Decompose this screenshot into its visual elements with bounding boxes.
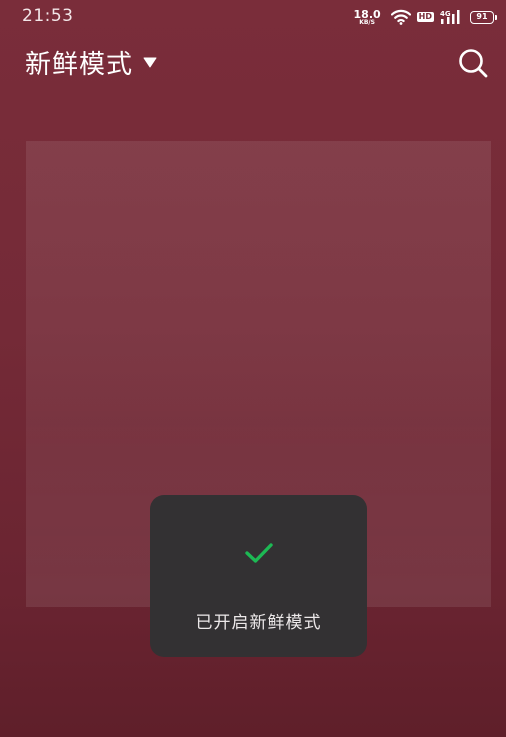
battery-level: 91 bbox=[476, 12, 488, 21]
network-speed-unit: KB/S bbox=[359, 18, 375, 26]
search-icon[interactable] bbox=[456, 46, 490, 80]
status-time: 21:53 bbox=[22, 6, 74, 26]
battery-icon: 91 bbox=[470, 10, 497, 24]
network-speed: 18.0 KB/S bbox=[354, 9, 381, 26]
hd-icon: HD bbox=[416, 12, 434, 22]
status-icons: 18.0 KB/S HD 4G 91 bbox=[354, 6, 497, 28]
network-type-label: 4G bbox=[440, 10, 451, 18]
status-bar: 21:53 18.0 KB/S HD 4G 91 bbox=[0, 0, 506, 34]
signal-4g-icon: 4G bbox=[440, 10, 460, 24]
toast-message: 已开启新鲜模式 bbox=[195, 613, 322, 633]
wifi-icon bbox=[390, 9, 411, 25]
mode-selector[interactable]: 新鲜模式 bbox=[25, 44, 157, 81]
triangle-down-icon[interactable] bbox=[143, 57, 157, 68]
checkmark-icon bbox=[245, 543, 273, 563]
page-title[interactable]: 新鲜模式 bbox=[25, 44, 133, 81]
toast-notification: 已开启新鲜模式 bbox=[150, 495, 367, 657]
network-speed-value: 18.0 bbox=[353, 7, 381, 21]
app-header: 新鲜模式 bbox=[0, 40, 506, 90]
